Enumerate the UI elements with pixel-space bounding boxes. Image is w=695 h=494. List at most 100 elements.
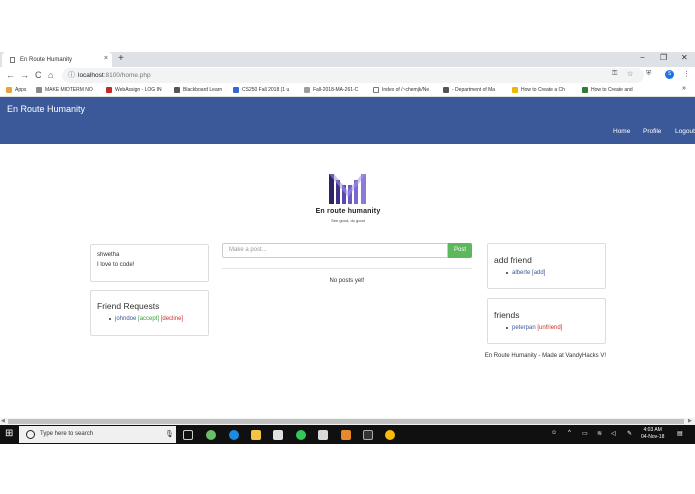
bullet xyxy=(506,327,508,329)
bookmark-star-icon[interactable]: ☆ xyxy=(627,70,633,78)
bookmark-item[interactable]: - Department of Ma xyxy=(443,87,495,93)
bookmark-label: Apps xyxy=(15,87,27,93)
scroll-left-icon[interactable]: ◀ xyxy=(1,418,5,424)
bookmark-item[interactable]: How to Create a Ch xyxy=(512,87,565,93)
accept-link[interactable]: [accept] xyxy=(138,316,159,322)
people-icon[interactable]: ☺ xyxy=(551,430,557,436)
bookmark-item[interactable]: How to Create and xyxy=(582,87,633,93)
menu-icon[interactable]: ⋮ xyxy=(683,70,690,78)
bookmark-item[interactable]: Fall-2018-MA-261-C xyxy=(304,87,358,93)
tab-title: En Route Humanity xyxy=(20,56,73,63)
bookmark-label: How to Create and xyxy=(591,87,633,93)
browser-tab-bar: En Route Humanity × + − ❐ ✕ xyxy=(0,52,695,67)
profile-bio: I love to code! xyxy=(97,262,135,268)
decline-link[interactable]: [decline] xyxy=(161,316,183,322)
address-bar[interactable]: ⓘ localhost:8100/home.php xyxy=(62,68,644,83)
store-icon[interactable] xyxy=(273,430,283,440)
app-icon[interactable] xyxy=(341,430,351,440)
system-clock[interactable]: 4:03 AM 04-Nov-18 xyxy=(641,427,664,441)
notifications-icon[interactable]: ▤ xyxy=(677,430,683,437)
bookmark-label: Index of /~chemjk/Ne xyxy=(382,87,430,93)
windows-start-icon[interactable]: ⊞ xyxy=(5,429,13,439)
unfriend-link[interactable]: [unfriend] xyxy=(537,325,562,331)
extension-icon[interactable]: ⛨ xyxy=(646,70,651,78)
new-tab-icon[interactable]: + xyxy=(118,53,124,64)
spotify-icon[interactable] xyxy=(296,430,306,440)
tab-close-icon[interactable]: × xyxy=(104,55,108,62)
bookmark-favicon xyxy=(233,87,239,93)
browser-tab[interactable]: En Route Humanity × xyxy=(2,52,112,67)
bullet xyxy=(109,318,111,320)
post-button[interactable]: Post xyxy=(448,243,472,258)
add-friend-link[interactable]: [add] xyxy=(532,270,545,276)
suggested-user-link[interactable]: alberte xyxy=(512,270,530,276)
edge-icon[interactable] xyxy=(229,430,239,440)
minimize-icon[interactable]: − xyxy=(640,53,645,62)
forward-icon[interactable]: → xyxy=(20,70,29,80)
back-icon[interactable]: ← xyxy=(6,70,15,80)
horizontal-scrollbar[interactable]: ◀ ▶ xyxy=(0,418,695,425)
task-view-icon[interactable] xyxy=(183,430,193,440)
terminal-icon[interactable] xyxy=(363,430,373,440)
nav-logout-link[interactable]: Logout xyxy=(675,128,695,135)
add-friend-card: add friend alberte [add] xyxy=(487,243,606,289)
nav-profile-link[interactable]: Profile xyxy=(643,128,661,135)
bookmark-label: WebAssign - LOG IN xyxy=(115,87,162,93)
bookmark-item[interactable]: WebAssign - LOG IN xyxy=(106,87,162,93)
battery-icon[interactable]: ▭ xyxy=(582,430,588,437)
pen-icon[interactable]: ✎ xyxy=(627,430,632,437)
microphone-icon[interactable]: 🎙 xyxy=(165,430,174,438)
friends-card: friends peterpan [unfriend] xyxy=(487,298,606,344)
profile-avatar[interactable]: S xyxy=(665,70,674,79)
bookmark-item[interactable]: Index of /~chemjk/Ne xyxy=(373,87,429,93)
bookmark-favicon xyxy=(443,87,449,93)
friends-heading: friends xyxy=(494,310,520,320)
reload-icon[interactable]: C xyxy=(35,70,42,80)
feed-divider xyxy=(222,268,472,269)
key-icon[interactable]: ⚿ xyxy=(612,70,617,78)
list-item: alberte [add] xyxy=(506,270,545,276)
chrome-icon[interactable] xyxy=(385,430,395,440)
post-input[interactable]: Make a post... xyxy=(222,243,448,258)
profile-card: shwetha I love to code! xyxy=(90,244,209,282)
bookmark-label: - Department of Ma xyxy=(452,87,496,93)
bookmarks-overflow-icon[interactable]: » xyxy=(682,85,686,92)
bookmark-favicon xyxy=(174,87,180,93)
profile-name: shwetha xyxy=(97,252,120,258)
bookmark-label: How to Create a Ch xyxy=(521,87,565,93)
site-navbar: En Route Humanity Home Profile Logout xyxy=(0,97,695,144)
bookmark-item[interactable]: CS250 Fall 2018 (1 u xyxy=(233,87,289,93)
tray-chevron-icon[interactable]: ^ xyxy=(568,430,571,436)
bookmark-item[interactable]: MAKE MIDTERM NO xyxy=(36,87,93,93)
clock-time: 4:03 AM xyxy=(643,427,662,433)
app-icon[interactable] xyxy=(206,430,216,440)
home-icon[interactable]: ⌂ xyxy=(48,70,53,80)
friend-requests-heading: Friend Requests xyxy=(97,301,160,311)
page-icon xyxy=(10,56,15,63)
site-info-icon[interactable]: ⓘ xyxy=(68,68,75,83)
maximize-icon[interactable]: ❐ xyxy=(660,53,667,62)
file-explorer-icon[interactable] xyxy=(251,430,261,440)
scrollbar-thumb[interactable] xyxy=(8,419,684,424)
site-brand[interactable]: En Route Humanity xyxy=(7,104,85,114)
scroll-right-icon[interactable]: ▶ xyxy=(688,418,692,424)
volume-icon[interactable]: ◁ xyxy=(611,430,616,437)
browser-toolbar: ← → C ⌂ ⓘ localhost:8100/home.php ⚿ ☆ ⛨ … xyxy=(0,67,695,84)
close-window-icon[interactable]: ✕ xyxy=(681,53,688,62)
screen-top-margin xyxy=(0,0,695,52)
clock-date: 04-Nov-18 xyxy=(641,434,665,440)
screen-bottom-margin xyxy=(0,444,695,494)
mail-icon[interactable] xyxy=(318,430,328,440)
logo-mark xyxy=(329,174,366,204)
taskbar-search[interactable]: Type here to search 🎙 xyxy=(19,426,176,443)
page-icon xyxy=(373,87,379,93)
wifi-icon[interactable]: ≋ xyxy=(597,430,602,437)
nav-home-link[interactable]: Home xyxy=(613,128,630,135)
friend-user-link[interactable]: peterpan xyxy=(512,325,536,331)
bookmarks-bar: Apps MAKE MIDTERM NO WebAssign - LOG IN … xyxy=(0,84,695,97)
bullet xyxy=(506,272,508,274)
bookmark-item[interactable]: Blackboard Learn xyxy=(174,87,222,93)
bookmark-label: Blackboard Learn xyxy=(183,87,223,93)
request-user-link[interactable]: johndoe xyxy=(115,316,136,322)
bookmark-apps[interactable]: Apps xyxy=(6,87,26,93)
